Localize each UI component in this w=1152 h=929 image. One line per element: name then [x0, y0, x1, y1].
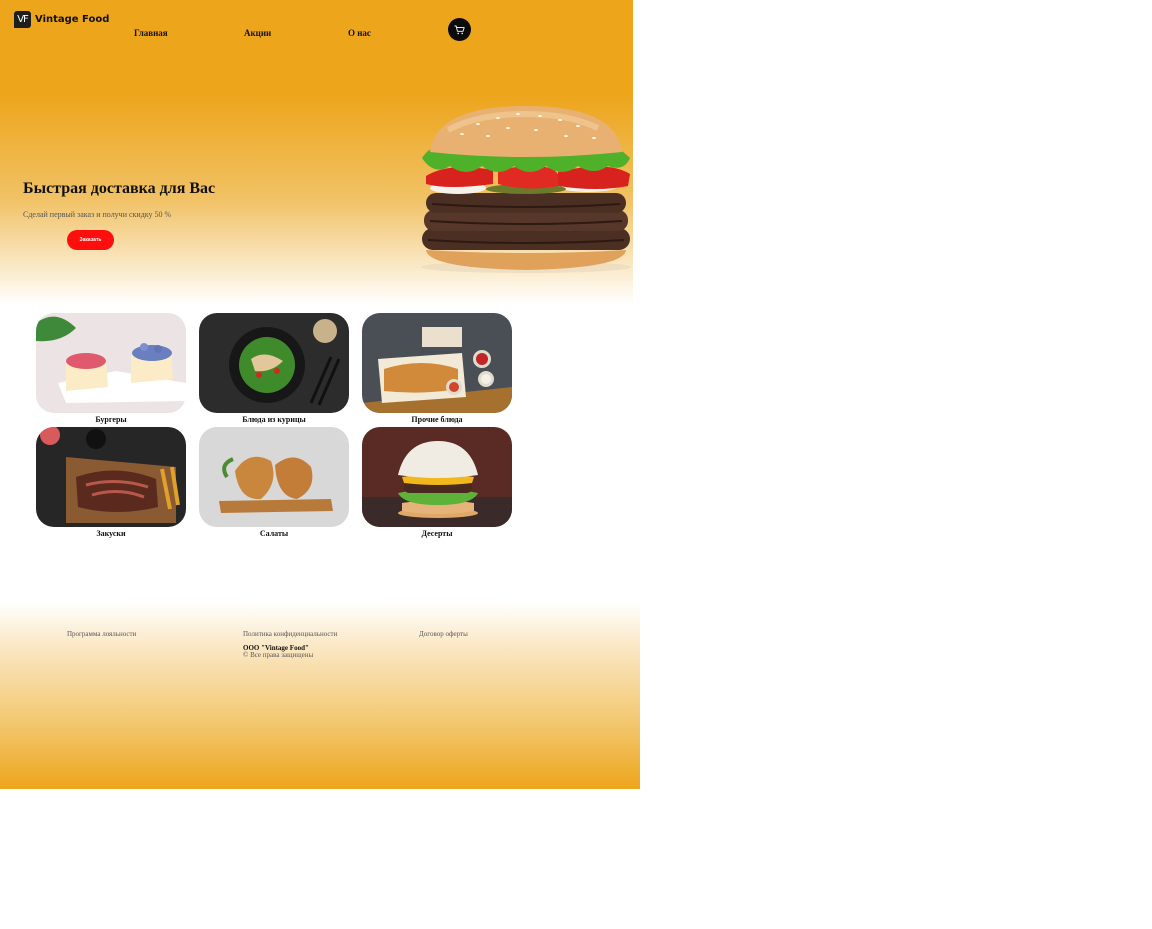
- category-card-burgers[interactable]: Бургеры: [36, 313, 186, 424]
- logo-text: Vintage Food: [35, 14, 110, 25]
- cart-button[interactable]: [448, 18, 471, 41]
- category-card-chicken[interactable]: Блюда из курицы: [199, 313, 349, 424]
- footer: Программа лояльности Политика конфиденци…: [0, 602, 640, 789]
- page: VF Vintage Food Главная Акции О нас Быст…: [0, 0, 640, 789]
- hero-section: VF Vintage Food Главная Акции О нас Быст…: [0, 0, 633, 305]
- footer-link-loyalty[interactable]: Программа лояльности: [67, 630, 136, 638]
- category-image: [36, 313, 186, 413]
- hero-subtitle: Сделай первый заказ и получи скидку 50 %: [23, 210, 172, 219]
- category-card-other[interactable]: Прочие блюда: [362, 313, 512, 424]
- order-button[interactable]: Заказать: [67, 230, 114, 250]
- category-label: Бургеры: [95, 415, 127, 424]
- nav-item-about[interactable]: О нас: [348, 28, 371, 38]
- category-card-salads[interactable]: Салаты: [199, 427, 349, 538]
- category-card-desserts[interactable]: Десерты: [362, 427, 512, 538]
- category-image: [199, 427, 349, 527]
- logo[interactable]: VF Vintage Food: [14, 11, 109, 28]
- hero-title: Быстрая доставка для Вас: [23, 180, 216, 197]
- footer-link-offer[interactable]: Договор оферты: [419, 630, 468, 638]
- category-image: [362, 313, 512, 413]
- burger-image: [421, 106, 631, 273]
- category-label: Блюда из курицы: [242, 415, 306, 424]
- category-label: Прочие блюда: [411, 415, 463, 424]
- category-image: [199, 313, 349, 413]
- footer-copyright: © Все права защищены: [243, 651, 314, 659]
- category-card-snacks[interactable]: Закуски: [36, 427, 186, 538]
- category-label: Закуски: [96, 529, 126, 538]
- category-image: [36, 427, 186, 527]
- nav-item-promotions[interactable]: Акции: [244, 28, 271, 38]
- category-label: Десерты: [421, 529, 453, 538]
- footer-link-privacy[interactable]: Политика конфиденциальности: [243, 630, 337, 638]
- logo-badge: VF: [14, 11, 31, 28]
- cart-icon: [454, 25, 465, 34]
- nav-item-home[interactable]: Главная: [134, 28, 168, 38]
- category-label: Салаты: [259, 529, 289, 538]
- category-image: [362, 427, 512, 527]
